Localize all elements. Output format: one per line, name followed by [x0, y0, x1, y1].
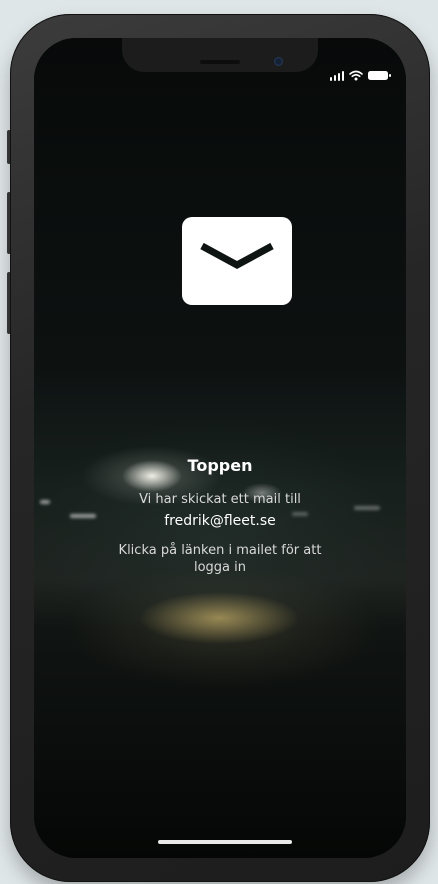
phone-frame: Toppen Vi har skickat ett mail till fred…	[10, 14, 430, 882]
wifi-icon	[349, 70, 363, 81]
cellular-signal-icon	[329, 70, 344, 81]
confirmation-title: Toppen	[187, 456, 253, 475]
notch	[122, 38, 318, 72]
sent-to-text: Vi har skickat ett mail till	[139, 492, 301, 507]
front-camera	[274, 57, 283, 66]
stage: Toppen Vi har skickat ett mail till fred…	[0, 0, 438, 884]
battery-icon	[368, 71, 391, 80]
background-photo	[34, 38, 406, 858]
email-address: fredrik@fleet.se	[164, 513, 276, 529]
speaker-grille	[200, 60, 240, 64]
screen: Toppen Vi har skickat ett mail till fred…	[34, 38, 406, 858]
envelope-icon	[182, 217, 292, 305]
status-bar	[329, 70, 391, 81]
home-indicator[interactable]	[158, 840, 292, 844]
instruction-text: Klicka på länken i mailet för att logga …	[118, 543, 322, 575]
